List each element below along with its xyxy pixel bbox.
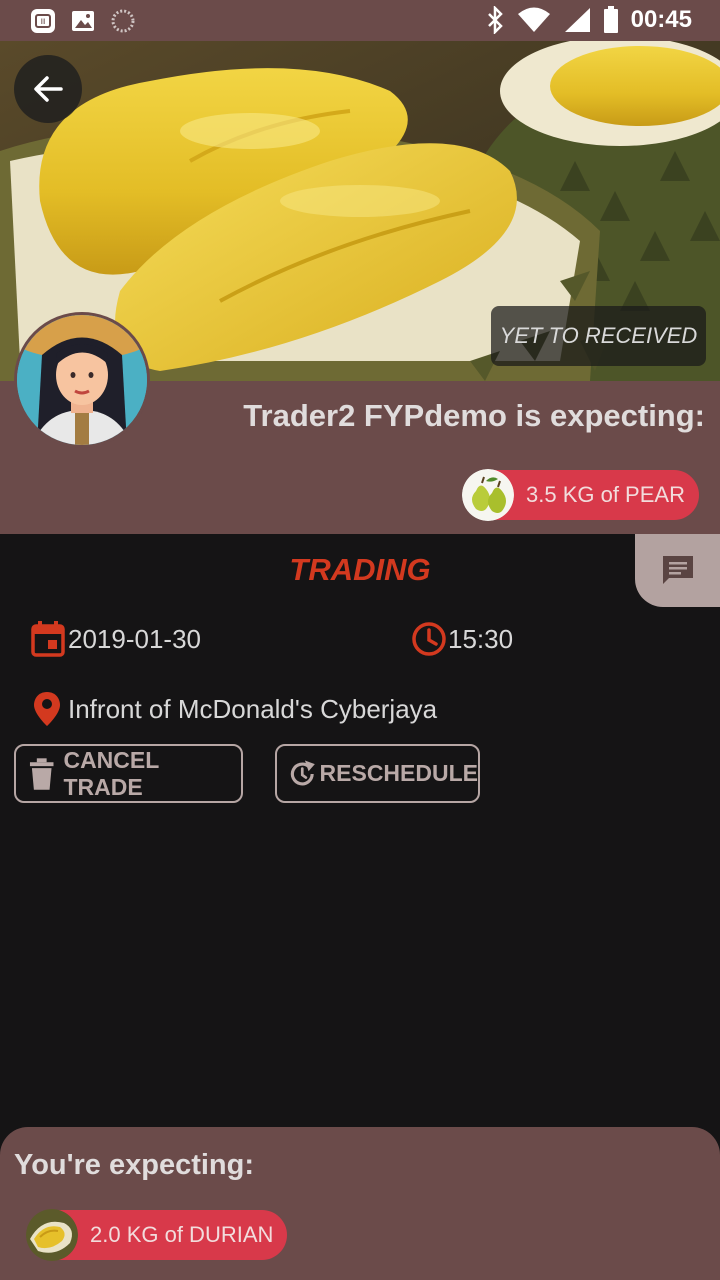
your-item-chip[interactable]: 2.0 KG of DURIAN	[26, 1209, 288, 1261]
clock: 00:45	[630, 6, 692, 33]
cancel-trade-button[interactable]: CANCEL TRADE	[14, 744, 243, 803]
cancel-trade-label: CANCEL TRADE	[63, 746, 159, 800]
trade-date: 2019-01-30	[68, 623, 201, 654]
trader-item-chip[interactable]: 3.5 KG of PEAR	[462, 469, 699, 521]
image-icon	[72, 11, 94, 31]
battery-icon	[603, 6, 618, 33]
calendar-icon	[31, 621, 65, 657]
wifi-icon	[517, 7, 550, 32]
history-clock-icon	[290, 760, 315, 785]
trade-time: 15:30	[448, 623, 514, 654]
pear-thumbnail	[462, 469, 514, 521]
trade-date-row: 2019-01-30	[30, 620, 201, 658]
trash-icon	[29, 757, 54, 790]
trade-location-row: Infront of McDonald's Cyberjaya	[32, 690, 437, 728]
trader-avatar[interactable]	[14, 312, 150, 448]
trader-expecting-title: Trader2 FYPdemo is expecting:	[243, 398, 705, 433]
receipt-status-badge: YET TO RECEIVED	[491, 306, 706, 366]
svg-text:lll: lll	[41, 19, 46, 26]
screen: { "status_bar": { "time": "00:45", "left…	[0, 0, 720, 1280]
woman-avatar-icon	[17, 315, 147, 445]
reschedule-label: RESCHEDULE	[319, 760, 478, 786]
trader-item-label: 3.5 KG of PEAR	[526, 482, 685, 507]
trade-location: Infront of McDonald's Cyberjaya	[68, 693, 438, 724]
reschedule-button[interactable]: RESCHEDULE	[275, 744, 480, 803]
location-pin-icon	[34, 692, 60, 726]
sync-icon	[111, 9, 135, 33]
cellular-icon	[564, 8, 590, 32]
durian-thumbnail	[26, 1209, 78, 1261]
clock-icon	[412, 622, 446, 656]
your-item-label: 2.0 KG of DURIAN	[90, 1222, 274, 1247]
status-bar: lll 00:45	[0, 0, 720, 41]
notification-app-icon: lll	[31, 9, 55, 33]
trade-time-row: 15:30	[410, 620, 513, 658]
bluetooth-icon	[487, 6, 503, 34]
you-expecting-title: You're expecting:	[14, 1149, 255, 1181]
arrow-left-icon	[34, 76, 63, 102]
back-button[interactable]	[14, 55, 82, 123]
trade-status-label: TRADING	[289, 552, 431, 587]
